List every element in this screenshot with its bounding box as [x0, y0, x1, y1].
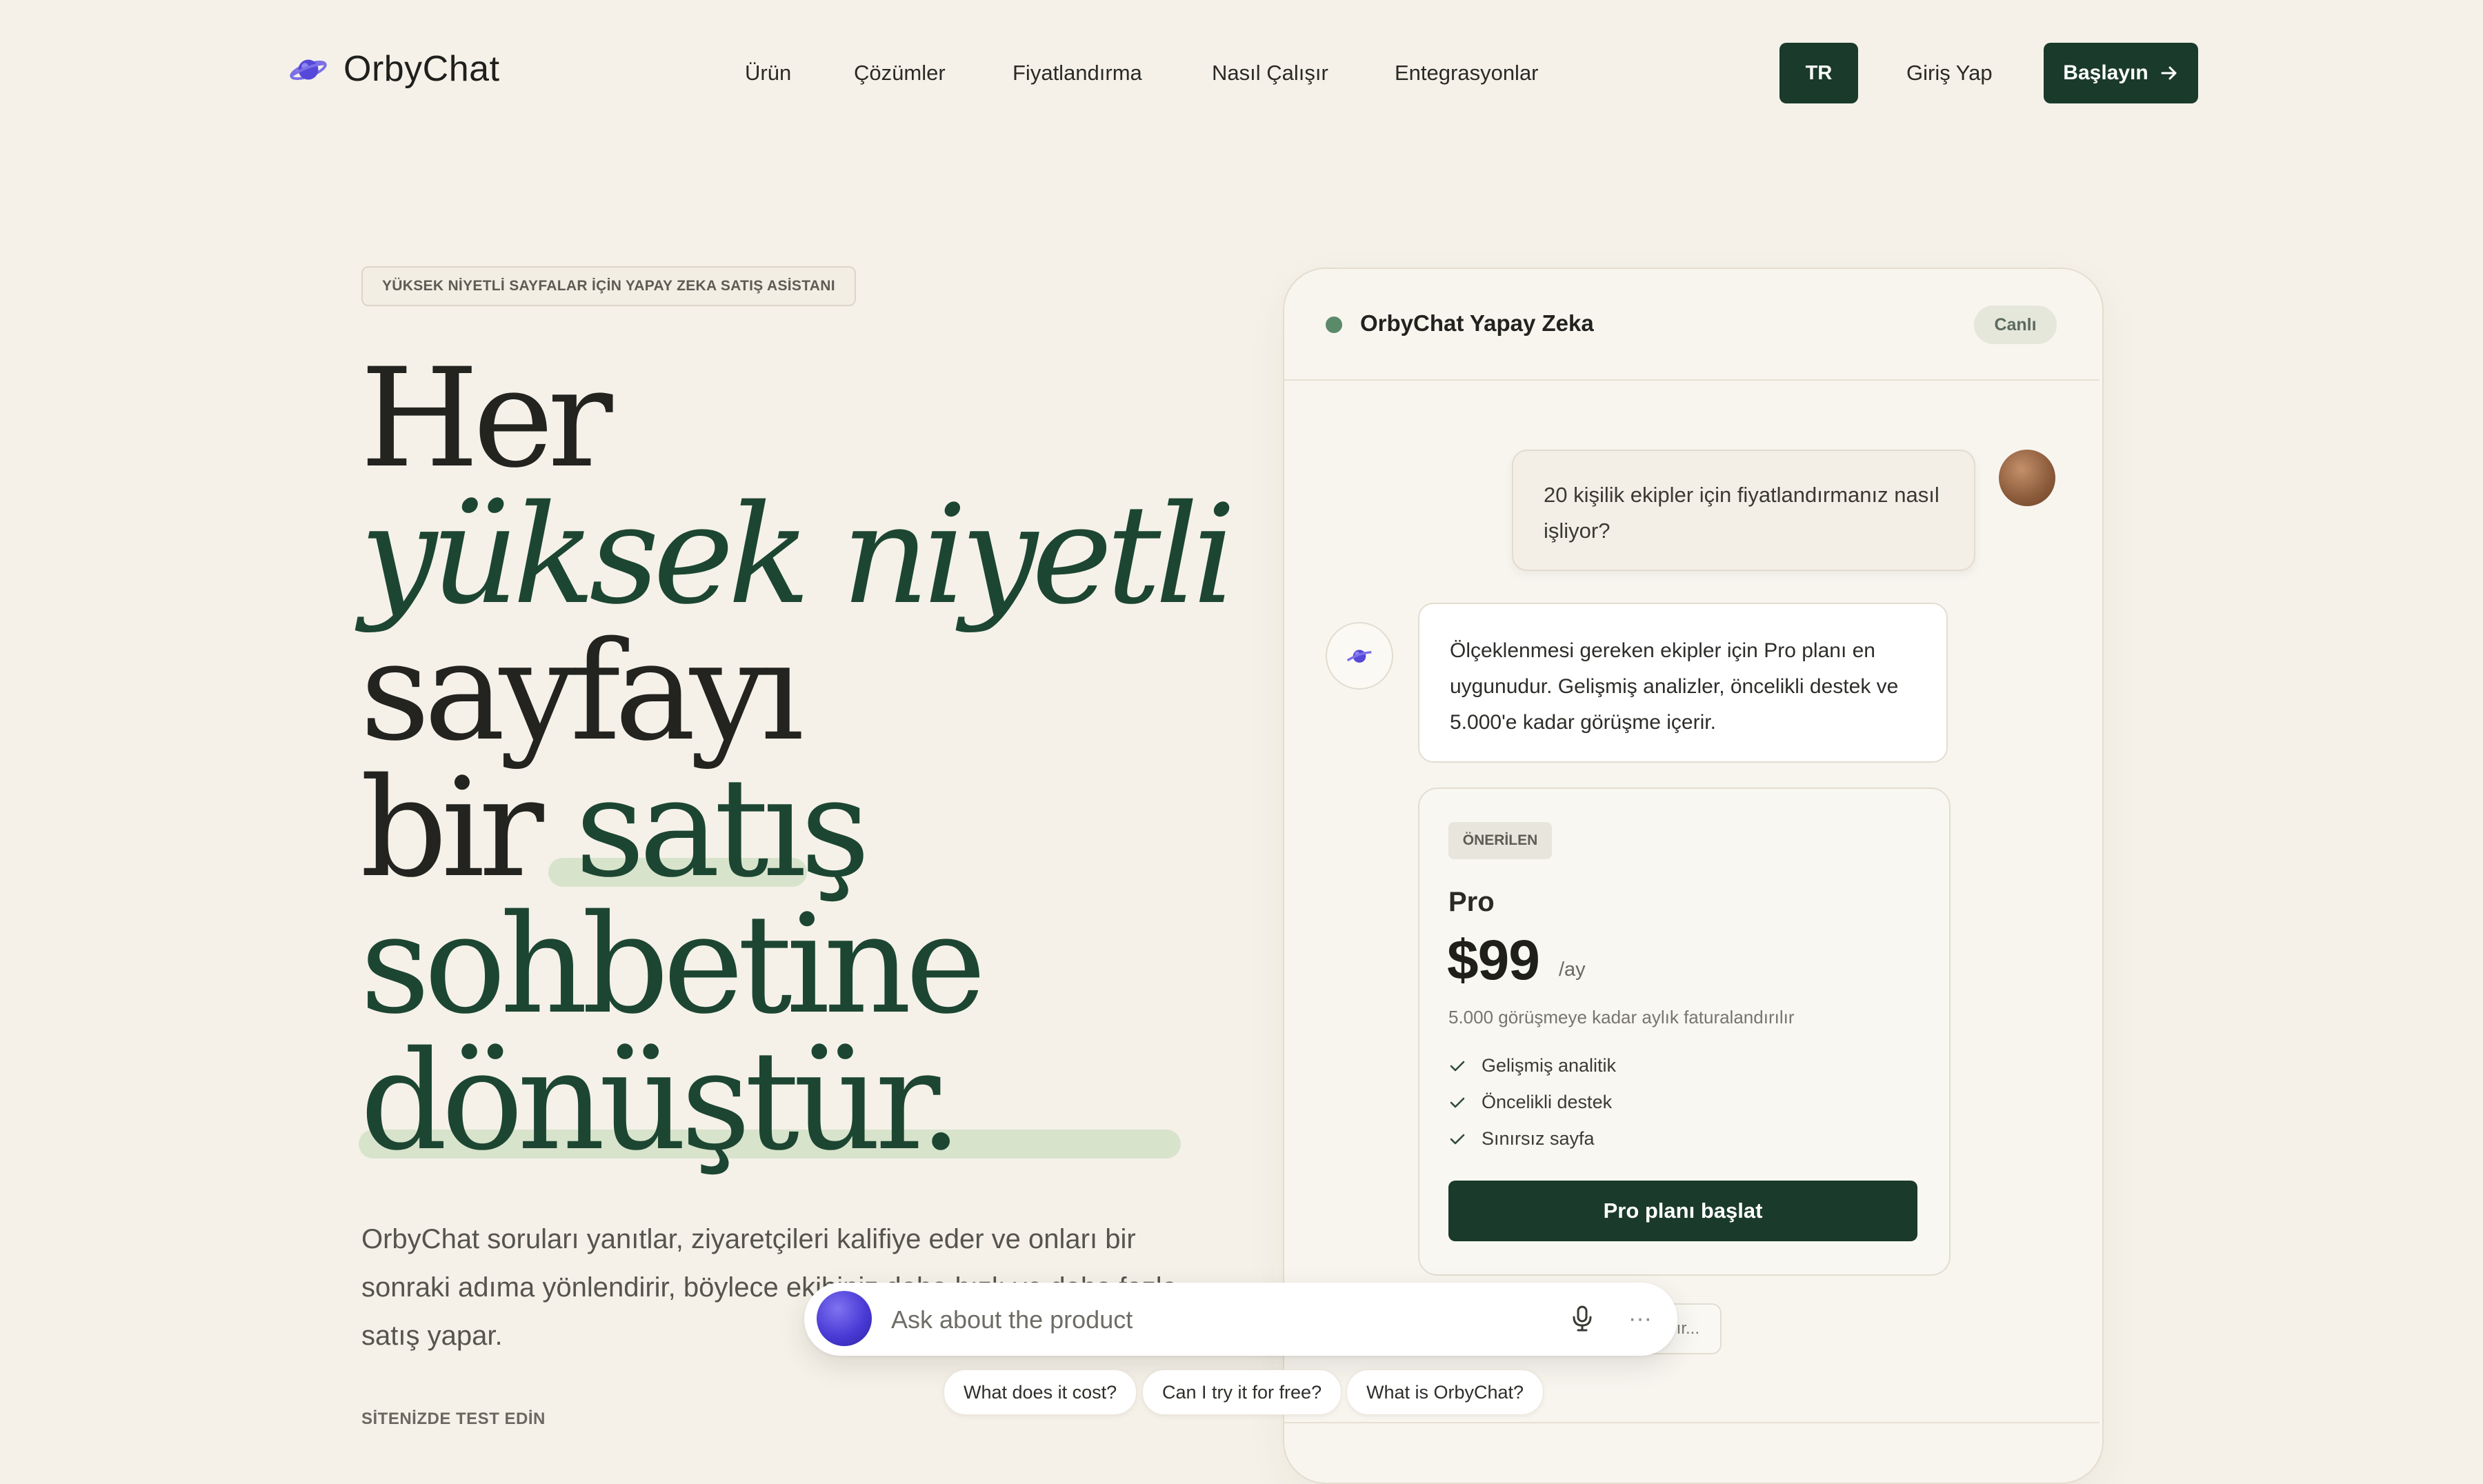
recommended-badge: ÖNERİLEN [1448, 822, 1552, 859]
nav-link-solutions[interactable]: Çözümler [854, 61, 946, 86]
headline-line-6: dönüştür. [360, 1021, 963, 1181]
get-started-label: Başlayın [2063, 61, 2148, 84]
headline-line-2: yüksek niyetli [360, 475, 1236, 634]
plan-feature-label: Öncelikli destek [1482, 1092, 1613, 1112]
microphone-icon [1573, 1305, 1592, 1332]
online-status-dot [1326, 317, 1342, 333]
nav-link-how-it-works[interactable]: Nasıl Çalışır [1212, 61, 1328, 86]
headline-line-5: sohbetine [360, 885, 986, 1044]
plan-billing-note: 5.000 görüşmeye kadar aylık faturalandır… [1448, 1007, 1795, 1027]
chat-footer-divider [1284, 1422, 2100, 1423]
more-dots-icon: ··· [1628, 1305, 1652, 1332]
bot-avatar [1326, 622, 1393, 690]
headline-line-4-prefix: bir [360, 748, 575, 908]
plan-feature-item: Sınırsız sayfa [1448, 1128, 1595, 1150]
arrow-right-icon [2161, 66, 2177, 80]
plan-feature-item: Gelişmiş analitik [1448, 1055, 1616, 1076]
get-started-button[interactable]: Başlayın [2044, 43, 2198, 103]
nav-link-pricing[interactable]: Fiyatlandırma [1013, 61, 1142, 86]
headline-line-4: bir satış [360, 760, 870, 896]
nav-link-product[interactable]: Ürün [745, 61, 791, 86]
planet-bot-icon [1346, 650, 1372, 663]
brand-name: OrbyChat [343, 49, 500, 89]
planet-logo-icon [290, 59, 327, 80]
check-icon [1450, 1097, 1465, 1107]
brand-logo[interactable]: OrbyChat [288, 48, 500, 90]
ask-input[interactable] [890, 1296, 1527, 1343]
suggestion-chip[interactable]: What is OrbyChat? [1346, 1370, 1544, 1415]
test-on-site-label: SİTENİZDE TEST EDİN [361, 1410, 546, 1428]
assistant-orb-icon [817, 1291, 872, 1346]
headline-line-1: Her [360, 339, 612, 498]
headline-line-4-highlight: satış [575, 748, 870, 908]
check-icon [1450, 1134, 1465, 1144]
hero-eyebrow: YÜKSEK NİYETLİ SAYFALAR İÇİN YAPAY ZEKA … [361, 266, 856, 306]
start-pro-plan-button[interactable]: Pro planı başlat [1448, 1181, 1917, 1241]
plan-feature-label: Gelişmiş analitik [1482, 1055, 1617, 1076]
plan-feature-item: Öncelikli destek [1448, 1092, 1612, 1113]
plan-price-unit: /ay [1559, 959, 1586, 981]
plan-price: $99 [1447, 929, 1540, 992]
user-message-bubble: 20 kişilik ekipler için fiyatlandırmanız… [1512, 450, 1975, 571]
nav-link-integrations[interactable]: Entegrasyonlar [1395, 61, 1539, 86]
suggestion-chip[interactable]: Can I try it for free? [1142, 1370, 1342, 1415]
plan-name: Pro [1448, 887, 1495, 917]
suggestion-chip[interactable]: What does it cost? [944, 1370, 1137, 1415]
more-options-button[interactable]: ··· [1625, 1303, 1655, 1334]
chat-title: OrbyChat Yapay Zeka [1360, 310, 1594, 336]
login-link[interactable]: Giriş Yap [1906, 61, 1993, 86]
language-button[interactable]: TR [1779, 43, 1858, 103]
headline-line-3: sayfayı [360, 612, 804, 771]
plan-feature-label: Sınırsız sayfa [1482, 1128, 1595, 1149]
user-avatar [1999, 450, 2055, 506]
bot-message-bubble: Ölçeklenmesi gereken ekipler için Pro pl… [1418, 603, 1948, 763]
microphone-button[interactable] [1567, 1303, 1597, 1334]
chat-header-divider [1284, 379, 2100, 381]
check-icon [1450, 1061, 1465, 1071]
live-badge: Canlı [1974, 305, 2057, 344]
